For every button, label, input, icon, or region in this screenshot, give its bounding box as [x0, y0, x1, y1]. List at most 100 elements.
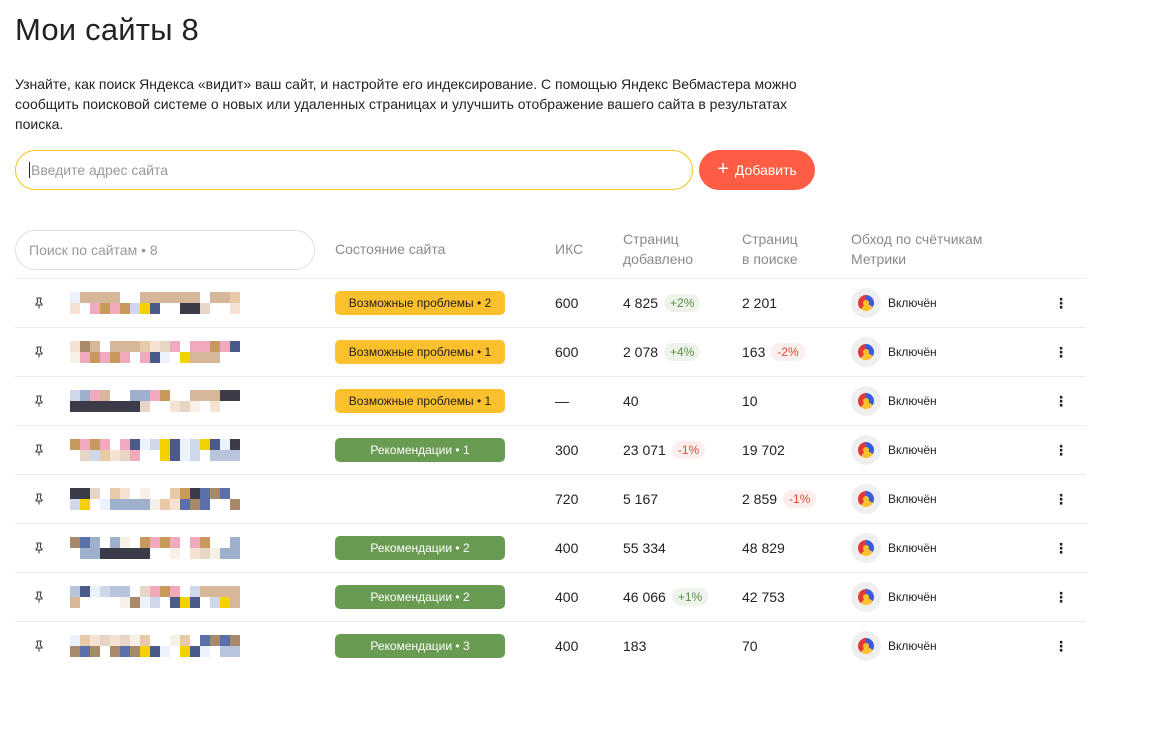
pin-icon[interactable] — [32, 279, 46, 327]
metrika-status-label: Включён — [888, 492, 937, 506]
metrika-icon — [851, 631, 881, 661]
pages-added: 5 167 — [623, 475, 658, 523]
metrika-status[interactable]: Включён — [851, 328, 937, 376]
metrika-status[interactable]: Включён — [851, 377, 937, 425]
metrika-icon — [851, 582, 881, 612]
pin-icon[interactable] — [32, 328, 46, 376]
metrika-status[interactable]: Включён — [851, 475, 937, 523]
metrika-status-label: Включён — [888, 394, 937, 408]
site-state: Возможные проблемы • 1 — [335, 328, 505, 376]
more-vertical-icon[interactable]: ⋮ — [1053, 622, 1069, 670]
add-site-button-label: Добавить — [734, 162, 797, 178]
column-header-metrika: Обход по счётчикам Метрики — [851, 229, 982, 269]
table-row[interactable]: 720 5 167 2 859 -1% Включён ⋮ — [15, 474, 1086, 523]
more-vertical-icon[interactable]: ⋮ — [1053, 524, 1069, 572]
metrika-status[interactable]: Включён — [851, 622, 937, 670]
site-name-blurred[interactable] — [70, 377, 290, 425]
metrika-icon — [851, 337, 881, 367]
site-name-mosaic — [70, 488, 240, 510]
metrika-status[interactable]: Включён — [851, 524, 937, 572]
metrika-status-label: Включён — [888, 345, 937, 359]
more-vertical-icon[interactable]: ⋮ — [1053, 426, 1069, 474]
pages-added-delta: -1% — [671, 441, 706, 459]
pages-in-search-delta: -2% — [771, 343, 805, 361]
metrika-status-label: Включён — [888, 639, 937, 653]
site-state: Рекомендации • 2 — [335, 573, 505, 621]
table-row[interactable]: Рекомендации • 2 400 55 334 48 829 Включён ⋮ — [15, 523, 1086, 572]
pages-in-search: 163 -2% — [742, 328, 805, 376]
pin-icon[interactable] — [32, 622, 46, 670]
metrika-status[interactable]: Включён — [851, 426, 937, 474]
metrika-status-label: Включён — [888, 590, 937, 604]
more-vertical-icon[interactable]: ⋮ — [1053, 475, 1069, 523]
pages-in-search-delta: -1% — [783, 490, 817, 508]
pages-in-search: 2 201 — [742, 279, 777, 327]
pin-icon[interactable] — [32, 426, 46, 474]
table-row[interactable]: Рекомендации • 3 400 183 70 Включён ⋮ — [15, 621, 1086, 670]
pin-icon[interactable] — [32, 377, 46, 425]
pages-in-search-value: 163 — [742, 344, 766, 360]
metrika-icon — [851, 533, 881, 563]
table-row[interactable]: Рекомендации • 2 400 46 066 +1% 42 753 Включё… — [15, 572, 1086, 621]
column-header-added-line2: добавлено — [623, 251, 694, 267]
pages-added-value: 5 167 — [623, 491, 659, 507]
more-vertical-icon[interactable]: ⋮ — [1053, 279, 1069, 327]
metrika-icon — [851, 484, 881, 514]
column-header-metrika-line2: Метрики — [851, 251, 907, 267]
pages-in-search-value: 19 702 — [742, 442, 785, 458]
text-caret — [29, 162, 30, 178]
iks-value: 400 — [555, 589, 579, 605]
pages-added-value: 183 — [623, 638, 647, 654]
column-header-added-line1: Страниц — [623, 231, 679, 247]
recommendations-badge[interactable]: Рекомендации • 2 — [335, 536, 505, 560]
add-site-button[interactable]: + Добавить — [699, 150, 815, 190]
pages-in-search-value: 42 753 — [742, 589, 785, 605]
problems-badge[interactable]: Возможные проблемы • 1 — [335, 389, 505, 413]
pages-added: 183 — [623, 622, 646, 670]
iks-value: 600 — [555, 295, 579, 311]
pages-in-search: 70 — [742, 622, 758, 670]
site-name-blurred[interactable] — [70, 524, 290, 572]
pages-added-value: 23 071 — [623, 442, 666, 458]
table-row[interactable]: Рекомендации • 1 300 23 071 -1% 19 702 Включё… — [15, 425, 1086, 474]
pages-added-value: 55 334 — [623, 540, 666, 556]
table-row[interactable]: Возможные проблемы • 1 — 40 10 Включён ⋮ — [15, 376, 1086, 425]
recommendations-badge[interactable]: Рекомендации • 1 — [335, 438, 505, 462]
iks-value: 400 — [555, 540, 579, 556]
metrika-status-label: Включён — [888, 541, 937, 555]
pages-in-search: 48 829 — [742, 524, 785, 572]
metrika-status[interactable]: Включён — [851, 573, 937, 621]
pin-icon[interactable] — [32, 524, 46, 572]
recommendations-badge[interactable]: Рекомендации • 2 — [335, 585, 505, 609]
problems-badge[interactable]: Возможные проблемы • 1 — [335, 340, 505, 364]
site-name-blurred[interactable] — [70, 426, 290, 474]
site-state: Рекомендации • 1 — [335, 426, 505, 474]
more-vertical-icon[interactable]: ⋮ — [1053, 573, 1069, 621]
pages-added: 55 334 — [623, 524, 666, 572]
site-name-blurred[interactable] — [70, 279, 290, 327]
column-header-added: Страниц добавлено — [623, 229, 693, 269]
metrika-status-label: Включён — [888, 296, 937, 310]
site-name-blurred[interactable] — [70, 573, 290, 621]
recommendations-badge[interactable]: Рекомендации • 3 — [335, 634, 505, 658]
pages-added: 40 — [623, 377, 639, 425]
site-search-input[interactable]: Поиск по сайтам • 8 — [15, 230, 315, 270]
more-vertical-icon[interactable]: ⋮ — [1053, 328, 1069, 376]
metrika-icon — [851, 386, 881, 416]
pages-added-value: 2 078 — [623, 344, 659, 360]
site-name-blurred[interactable] — [70, 328, 290, 376]
site-name-blurred[interactable] — [70, 475, 290, 523]
pages-in-search: 2 859 -1% — [742, 475, 817, 523]
pin-icon[interactable] — [32, 475, 46, 523]
table-row[interactable]: Возможные проблемы • 2 600 4 825 +2% 2 201 Вк… — [15, 278, 1086, 327]
pages-added: 4 825 +2% — [623, 279, 701, 327]
table-row[interactable]: Возможные проблемы • 1 600 2 078 +4% 163 -2% В… — [15, 327, 1086, 376]
problems-badge[interactable]: Возможные проблемы • 2 — [335, 291, 505, 315]
site-name-blurred[interactable] — [70, 622, 290, 670]
site-name-mosaic — [70, 390, 240, 412]
pages-in-search-value: 2 201 — [742, 295, 778, 311]
more-vertical-icon[interactable]: ⋮ — [1053, 377, 1069, 425]
site-address-input[interactable]: Введите адрес сайта — [15, 150, 693, 190]
metrika-status[interactable]: Включён — [851, 279, 937, 327]
pin-icon[interactable] — [32, 573, 46, 621]
